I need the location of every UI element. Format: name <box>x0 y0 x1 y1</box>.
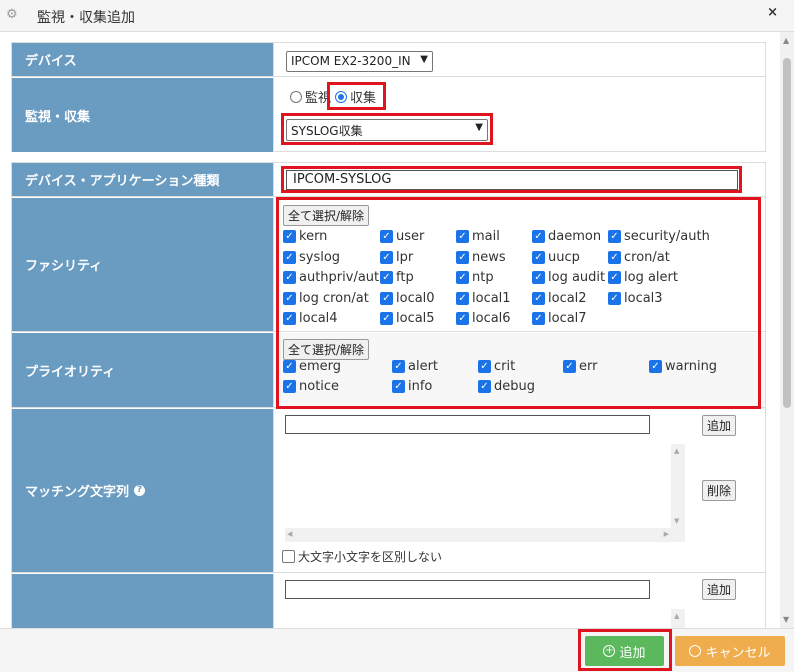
ban-icon <box>689 645 702 657</box>
chevron-down-icon: ▼ <box>420 54 428 65</box>
dialog-title: 監視・収集追加 <box>37 10 135 26</box>
matching2-label <box>12 574 274 628</box>
dialog-titlebar: ⚙ 監視・収集追加 × <box>0 0 794 32</box>
syslog-table: デバイス・アプリケーション種類 IPCOM-SYSLOG ファシリティ 全て選択… <box>11 162 766 628</box>
device-select[interactable]: IPCOM EX2-3200_IN ▼ <box>286 51 433 72</box>
help-icon[interactable]: ? <box>134 485 146 496</box>
device-label: デバイス <box>12 43 274 76</box>
matching-label: マッチング文字列 ? <box>12 409 274 572</box>
matching2-input[interactable] <box>285 580 650 599</box>
form-scroll-area: デバイス IPCOM EX2-3200_IN ▼ 監視・収集 監視 収集 SYS… <box>0 32 780 628</box>
highlight-box <box>578 629 672 671</box>
highlight-box <box>281 166 742 193</box>
matching2-add-button[interactable]: 追加 <box>702 579 737 600</box>
close-icon[interactable]: × <box>767 5 778 20</box>
highlight-box <box>276 197 761 409</box>
dialog-footer: + 追加 キャンセル <box>0 628 794 672</box>
monitor-row: 監視・収集 監視 収集 SYSLOG収集 ▼ <box>12 78 765 152</box>
device-row: デバイス IPCOM EX2-3200_IN ▼ <box>12 43 765 77</box>
case-insensitive-checkbox[interactable]: 大文字小文字を区別しない <box>282 548 442 565</box>
radio-monitor[interactable]: 監視 <box>290 87 331 106</box>
apptype-label: デバイス・アプリケーション種類 <box>12 163 274 196</box>
list-horizontal-scrollbar[interactable]: ◀ ▶ <box>285 528 685 542</box>
apptype-row: デバイス・アプリケーション種類 IPCOM-SYSLOG <box>12 163 765 197</box>
facility-label: ファシリティ <box>12 198 274 331</box>
highlight-box <box>327 82 386 110</box>
matching2-row: 追加 ▲ <box>12 574 765 628</box>
highlight-box <box>281 113 493 145</box>
cancel-button[interactable]: キャンセル <box>675 636 785 666</box>
list-vertical-scrollbar[interactable]: ▲ ▼ <box>671 444 685 528</box>
matching-delete-button[interactable]: 削除 <box>702 480 737 501</box>
monitor-label: 監視・収集 <box>12 78 274 152</box>
priority-label: プライオリティ <box>12 333 274 407</box>
matching-row: マッチング文字列 ? 追加 ▲ ▼ ◀ ▶ 削除 大文字小文字を区別しない <box>12 409 765 573</box>
list-vertical-scrollbar[interactable]: ▲ <box>671 609 685 628</box>
gear-icon: ⚙ <box>6 7 18 22</box>
device-table: デバイス IPCOM EX2-3200_IN ▼ 監視・収集 監視 収集 SYS… <box>11 42 766 152</box>
page-scrollbar[interactable]: ▲ ▼ <box>780 32 794 628</box>
matching-input[interactable] <box>285 415 650 434</box>
matching-add-button[interactable]: 追加 <box>702 415 737 436</box>
